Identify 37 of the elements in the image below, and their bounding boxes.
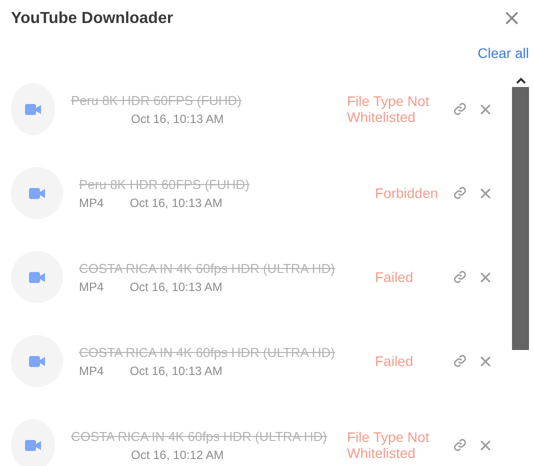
remove-icon[interactable]: [480, 440, 491, 450]
status-label: File Type Not Whitelisted: [347, 429, 430, 461]
link-icon[interactable]: [453, 354, 467, 368]
status-label: Failed: [375, 353, 414, 369]
window-title: YouTube Downloader: [11, 10, 174, 28]
close-button[interactable]: ×: [498, 9, 525, 29]
date-label: Oct 16, 10:13 AM: [130, 364, 222, 378]
remove-icon[interactable]: [480, 356, 491, 366]
date-label: Oct 16, 10:13 AM: [130, 196, 222, 210]
date-label: Oct 16, 10:13 AM: [131, 112, 224, 126]
link-icon[interactable]: [453, 186, 467, 200]
video-camera-icon: [29, 188, 45, 198]
remove-icon[interactable]: [480, 104, 491, 114]
date-label: Oct 16, 10:13 AM: [130, 280, 222, 294]
video-camera-icon: [29, 272, 45, 282]
remove-icon[interactable]: [480, 188, 491, 198]
video-title: Peru 8K HDR 60FPS (FUHD): [79, 176, 250, 192]
scroll-up-icon[interactable]: [516, 77, 526, 84]
remove-icon[interactable]: [480, 272, 491, 282]
video-camera-icon: [25, 440, 41, 450]
video-title: COSTA RICA IN 4K 60fps HDR (ULTRA HD): [79, 260, 336, 276]
video-title: Peru 8K HDR 60FPS (FUHD): [71, 92, 242, 108]
date-label: Oct 16, 10:12 AM: [131, 448, 224, 462]
format-label: MP4: [79, 280, 104, 294]
link-icon[interactable]: [453, 438, 467, 452]
clear-all-link[interactable]: Clear all: [478, 45, 529, 61]
status-label: Failed: [375, 269, 414, 285]
format-label: MP4: [79, 196, 104, 210]
video-title: COSTA RICA IN 4K 60fps HDR (ULTRA HD): [79, 344, 336, 360]
video-title: COSTA RICA IN 4K 60fps HDR (ULTRA HD): [71, 428, 327, 444]
status-label: Forbidden: [375, 185, 440, 201]
video-camera-icon: [25, 104, 41, 114]
video-camera-icon: [29, 356, 45, 366]
status-label: File Type Not Whitelisted: [347, 93, 430, 125]
link-icon[interactable]: [453, 270, 467, 284]
link-icon[interactable]: [453, 102, 467, 116]
format-label: MP4: [79, 364, 104, 378]
